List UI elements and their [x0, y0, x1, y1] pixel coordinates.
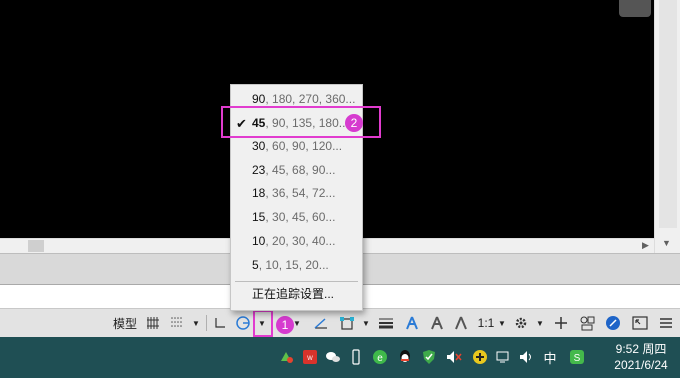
- annotation-scale-icon[interactable]: [451, 313, 471, 333]
- clock-date: 2021/6/24: [614, 358, 668, 372]
- polar-tracking-icon[interactable]: [233, 313, 253, 333]
- menu-item-18[interactable]: 18, 36, 54, 72...: [231, 182, 362, 205]
- network-monitor-icon[interactable]: [496, 349, 512, 365]
- step-badge-2: 2: [345, 114, 363, 132]
- separator: [206, 315, 207, 331]
- status-bar: 模型 ▼ ▼ ▼ ▼ 1:1 ▼ ▼: [0, 309, 680, 337]
- highlight-box-1: [253, 310, 273, 337]
- hardware-accel-icon[interactable]: [603, 313, 623, 333]
- snap-icon[interactable]: [167, 313, 187, 333]
- menu-divider: [235, 281, 358, 282]
- menu-item-10[interactable]: 10, 20, 30, 40...: [231, 230, 362, 253]
- scroll-down-arrow-icon[interactable]: ▼: [662, 238, 671, 248]
- clock-time: 9:52 周四: [615, 342, 667, 356]
- svg-text:e: e: [377, 353, 383, 364]
- security-shield-icon[interactable]: [421, 349, 437, 365]
- annotation-scale-value[interactable]: 1:1: [476, 313, 496, 333]
- viewport-control-button[interactable]: [619, 0, 651, 17]
- fullscreen-icon[interactable]: [630, 313, 650, 333]
- workspace-dropdown-caret-icon[interactable]: ▼: [534, 313, 546, 333]
- lineweight-icon[interactable]: [376, 313, 396, 333]
- object-snap-icon[interactable]: [336, 313, 358, 333]
- workspace-gear-icon[interactable]: [512, 313, 530, 333]
- annotation-visibility-icon[interactable]: [402, 313, 422, 333]
- auto-scale-icon[interactable]: [427, 313, 447, 333]
- isolate-icon[interactable]: [577, 313, 597, 333]
- scale-dropdown-caret-icon[interactable]: ▼: [496, 313, 508, 333]
- windows-taskbar: W e 中 S 9:52 周四 2021/6/24: [0, 337, 680, 378]
- object-snap-dropdown-caret-icon[interactable]: ▼: [360, 313, 372, 333]
- sogou-input-icon[interactable]: S: [569, 349, 585, 365]
- wechat-icon[interactable]: [325, 349, 341, 365]
- model-space-button[interactable]: 模型: [110, 313, 140, 333]
- step-badge-1: 1: [276, 316, 294, 334]
- scroll-right-arrow-icon[interactable]: ▶: [642, 240, 649, 251]
- menu-item-5[interactable]: 5, 10, 15, 20...: [231, 254, 362, 277]
- isodraft-icon[interactable]: [312, 313, 330, 333]
- wps-icon[interactable]: W: [302, 349, 318, 365]
- menu-item-30[interactable]: 30, 60, 90, 120...: [231, 135, 362, 158]
- snap-dropdown-caret-icon[interactable]: ▼: [190, 313, 202, 333]
- ortho-icon[interactable]: [211, 313, 229, 333]
- plus-icon[interactable]: [552, 313, 570, 333]
- qq-icon[interactable]: [397, 349, 413, 365]
- menu-icon[interactable]: [656, 313, 676, 333]
- svg-text:W: W: [307, 356, 313, 362]
- grid-icon[interactable]: [143, 313, 163, 333]
- ime-indicator[interactable]: 中: [542, 349, 558, 366]
- menu-item-tracking-settings[interactable]: 正在追踪设置...: [231, 283, 362, 306]
- svg-text:S: S: [574, 353, 581, 364]
- add-plus-icon[interactable]: [472, 349, 488, 365]
- speaker-icon[interactable]: [519, 349, 535, 365]
- menu-item-23[interactable]: 23, 45, 68, 90...: [231, 159, 362, 182]
- network-app-icon[interactable]: [278, 349, 294, 365]
- menu-item-15[interactable]: 15, 30, 45, 60...: [231, 206, 362, 229]
- system-clock[interactable]: 9:52 周四 2021/6/24: [606, 341, 676, 373]
- vertical-scrollbar[interactable]: ▼: [654, 0, 680, 253]
- browser-e-icon[interactable]: e: [372, 349, 388, 365]
- usb-device-icon[interactable]: [348, 349, 364, 365]
- horizontal-scroll-thumb[interactable]: [28, 240, 44, 252]
- volume-muted-icon[interactable]: [446, 349, 462, 365]
- vertical-scroll-thumb[interactable]: [659, 0, 677, 228]
